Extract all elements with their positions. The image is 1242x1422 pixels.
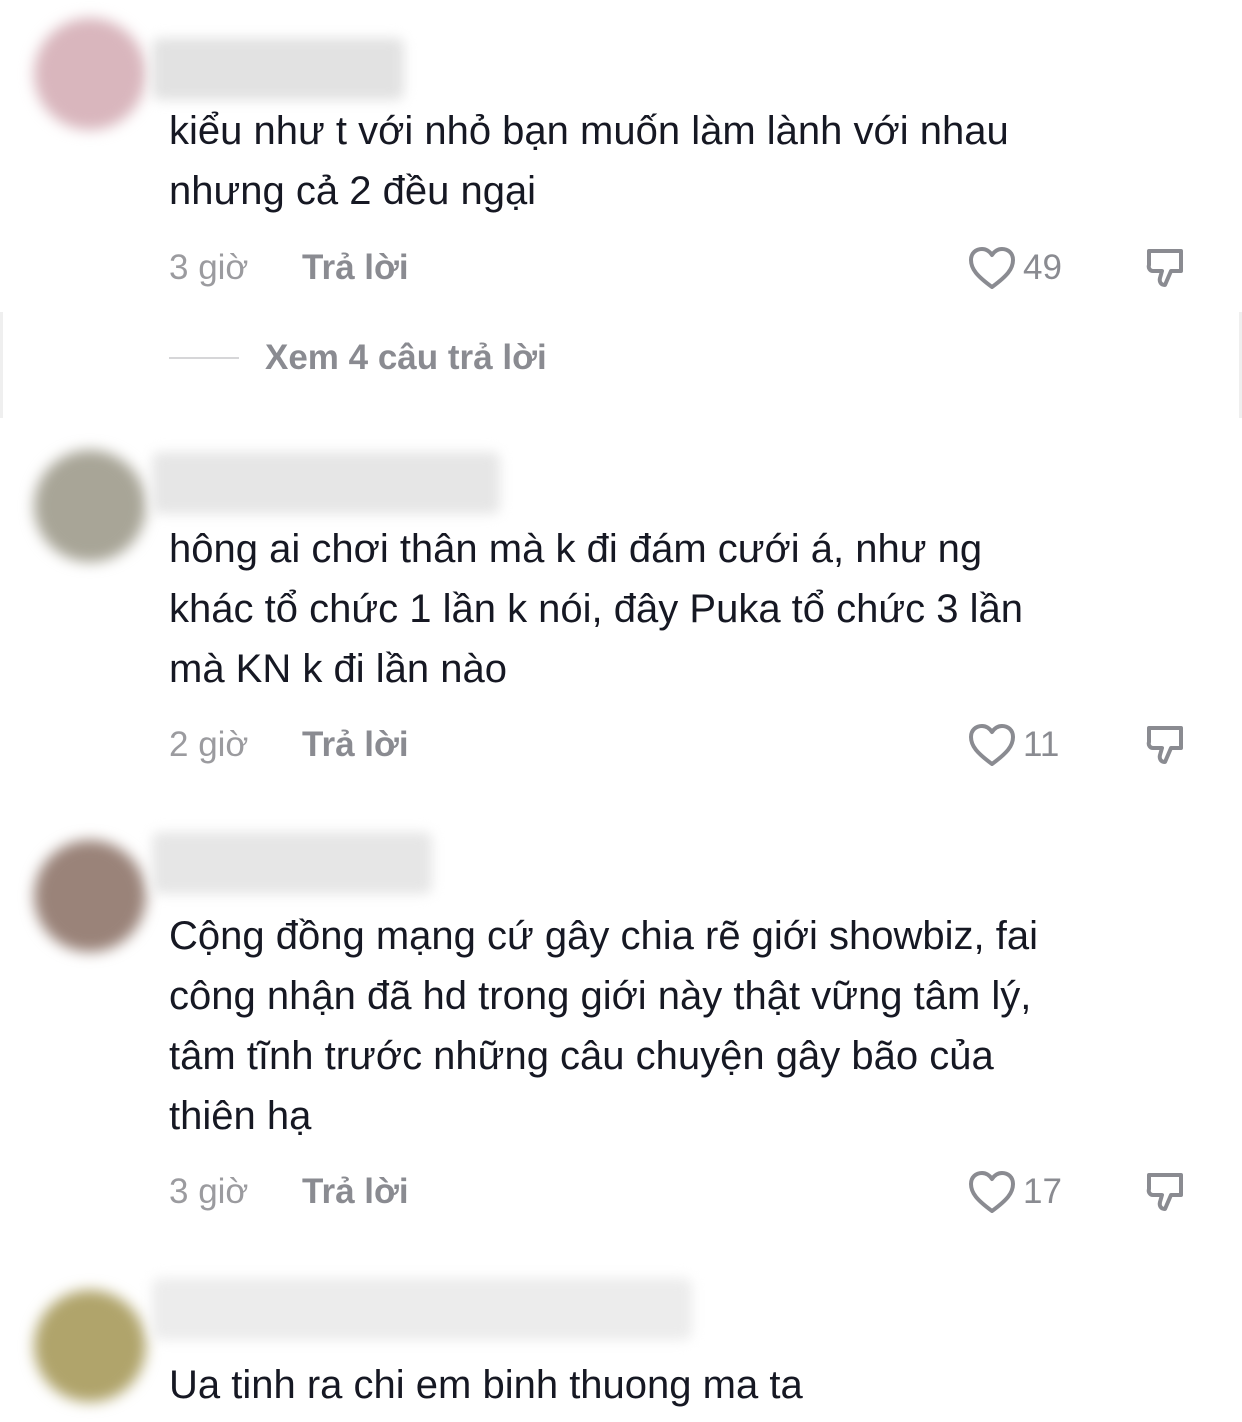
comment-time: 2 giờ	[169, 725, 249, 764]
avatar[interactable]	[34, 1290, 146, 1402]
dislike-icon[interactable]	[1141, 245, 1191, 293]
like-button[interactable]: 17	[967, 1167, 1062, 1217]
like-count: 11	[1023, 725, 1060, 764]
avatar[interactable]	[34, 18, 146, 130]
comment-time: 3 giờ	[169, 248, 249, 287]
comment-text: kiểu như t với nhỏ bạn muốn làm lành với…	[169, 109, 1009, 213]
username-blurred[interactable]	[152, 452, 500, 514]
left-divider	[0, 312, 3, 418]
username-blurred[interactable]	[152, 1278, 692, 1340]
like-count: 17	[1023, 1172, 1062, 1211]
view-replies-button[interactable]: Xem 4 câu trả lời	[169, 333, 547, 383]
username-blurred[interactable]	[152, 832, 432, 894]
comment-text: hông ai chơi thân mà k đi đám cưới á, nh…	[169, 527, 1024, 691]
heart-icon	[969, 247, 1015, 289]
heart-icon	[969, 724, 1015, 766]
comment-text: Cộng đồng mạng cứ gây chia rẽ giới showb…	[169, 914, 1039, 1138]
comment-meta: 3 giờ Trả lời 49	[169, 243, 1229, 293]
thread-line	[169, 357, 239, 359]
like-button[interactable]: 11	[967, 720, 1059, 770]
comment-meta: 3 giờ Trả lời 17	[169, 1167, 1229, 1217]
avatar[interactable]	[34, 450, 146, 562]
comment-text: Ua tinh ra chi em binh thuong ma ta	[169, 1363, 803, 1407]
like-count: 49	[1023, 248, 1062, 287]
dislike-icon[interactable]	[1141, 1169, 1191, 1217]
reply-button[interactable]: Trả lời	[302, 243, 409, 293]
like-button[interactable]: 49	[967, 243, 1062, 293]
comment-time: 3 giờ	[169, 1172, 249, 1211]
reply-button[interactable]: Trả lời	[302, 1167, 409, 1217]
view-replies-label: Xem 4 câu trả lời	[265, 338, 547, 377]
reply-button[interactable]: Trả lời	[302, 720, 409, 770]
comment-meta: 2 giờ Trả lời 11	[169, 720, 1229, 770]
avatar[interactable]	[34, 840, 146, 952]
dislike-icon[interactable]	[1141, 722, 1191, 770]
username-blurred[interactable]	[152, 38, 404, 100]
heart-icon	[969, 1171, 1015, 1213]
